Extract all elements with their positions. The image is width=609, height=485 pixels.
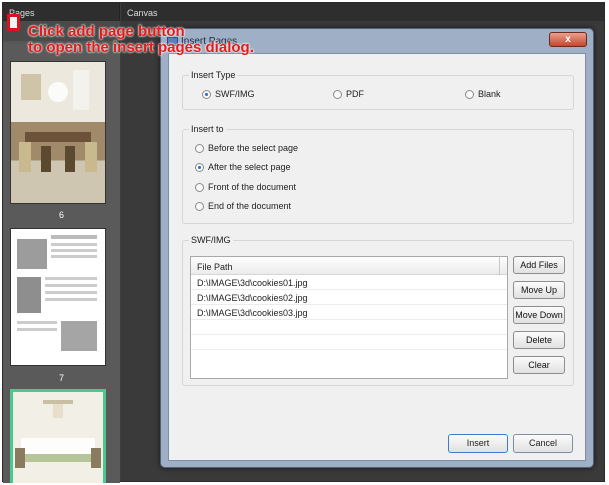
delete-button[interactable]: Delete <box>513 331 565 349</box>
close-button[interactable]: x <box>549 32 587 47</box>
move-down-button[interactable]: Move Down <box>513 306 565 324</box>
radio-after-selected-page[interactable]: After the select page <box>195 162 291 172</box>
move-up-button[interactable]: Move Up <box>513 281 565 299</box>
page-number-label: 7 <box>58 373 64 383</box>
instruction-annotation: Click add page button to open the insert… <box>28 24 254 56</box>
pages-panel-title: Pages <box>3 3 119 21</box>
bedroom-photo-image <box>13 392 103 483</box>
insert-button[interactable]: Insert <box>448 434 508 453</box>
page-thumbnails: 6 7 <box>3 43 120 483</box>
interior-photo-image <box>11 62 105 172</box>
radio-indicator <box>195 143 204 153</box>
document-page-image <box>17 235 97 351</box>
radio-label: After the select page <box>208 162 291 172</box>
file-path-list[interactable]: File Path D:\IMAGE\3d\cookies01.jpg D:\I… <box>190 256 508 379</box>
page-thumbnail[interactable] <box>10 228 106 366</box>
page-thumbnail[interactable] <box>10 61 106 204</box>
file-row[interactable]: D:\IMAGE\3d\cookies01.jpg <box>191 275 507 290</box>
cancel-button[interactable]: Cancel <box>513 434 573 453</box>
dialog-body: Insert Type SWF/IMG PDF Blank Insert to … <box>168 53 586 461</box>
radio-end-of-document[interactable]: End of the document <box>195 201 291 211</box>
radio-before-selected-page[interactable]: Before the select page <box>195 143 298 153</box>
file-row[interactable]: D:\IMAGE\3d\cookies02.jpg <box>191 290 507 305</box>
insert-type-group: Insert Type SWF/IMG PDF Blank <box>182 70 574 110</box>
insert-to-group: Insert to Before the select page After t… <box>182 124 574 224</box>
radio-label: Blank <box>478 89 501 99</box>
page-thumbnail-selected[interactable] <box>10 389 106 483</box>
add-page-button[interactable] <box>7 14 20 31</box>
radio-label: Front of the document <box>208 182 297 192</box>
radio-indicator <box>195 162 204 172</box>
annotation-line-2: to open the insert pages dialog. <box>28 39 254 56</box>
radio-indicator <box>333 89 342 99</box>
insert-pages-dialog: Insert Pages x Insert Type SWF/IMG PDF B… <box>160 28 594 468</box>
radio-front-of-document[interactable]: Front of the document <box>195 182 296 192</box>
add-files-button[interactable]: Add Files <box>513 256 565 274</box>
swf-img-group: SWF/IMG File Path D:\IMAGE\3d\cookies01.… <box>182 235 574 386</box>
file-row-empty <box>191 320 507 335</box>
file-path-column-header[interactable]: File Path <box>191 257 507 275</box>
radio-label: PDF <box>346 89 364 99</box>
pages-panel: Pages 6 7 <box>3 3 120 483</box>
column-header-label: File Path <box>197 262 233 272</box>
annotation-line-1: Click add page button <box>28 23 185 40</box>
radio-swf-img[interactable]: SWF/IMG <box>202 89 255 99</box>
radio-indicator <box>195 182 204 192</box>
radio-label: End of the document <box>208 201 292 211</box>
radio-indicator <box>195 201 204 211</box>
clear-button[interactable]: Clear <box>513 356 565 374</box>
radio-indicator <box>465 89 474 99</box>
page-number-label: 6 <box>58 210 64 220</box>
insert-type-title: Insert Type <box>189 70 238 80</box>
file-row-empty <box>191 335 507 350</box>
radio-pdf[interactable]: PDF <box>333 89 364 99</box>
file-row[interactable]: D:\IMAGE\3d\cookies03.jpg <box>191 305 507 320</box>
radio-label: Before the select page <box>208 143 299 153</box>
radio-label: SWF/IMG <box>215 89 255 99</box>
swf-img-title: SWF/IMG <box>189 235 233 245</box>
insert-to-title: Insert to <box>189 124 226 134</box>
radio-indicator <box>202 89 211 99</box>
canvas-panel-title: Canvas <box>121 3 604 21</box>
column-divider <box>499 257 500 275</box>
radio-blank[interactable]: Blank <box>465 89 501 99</box>
